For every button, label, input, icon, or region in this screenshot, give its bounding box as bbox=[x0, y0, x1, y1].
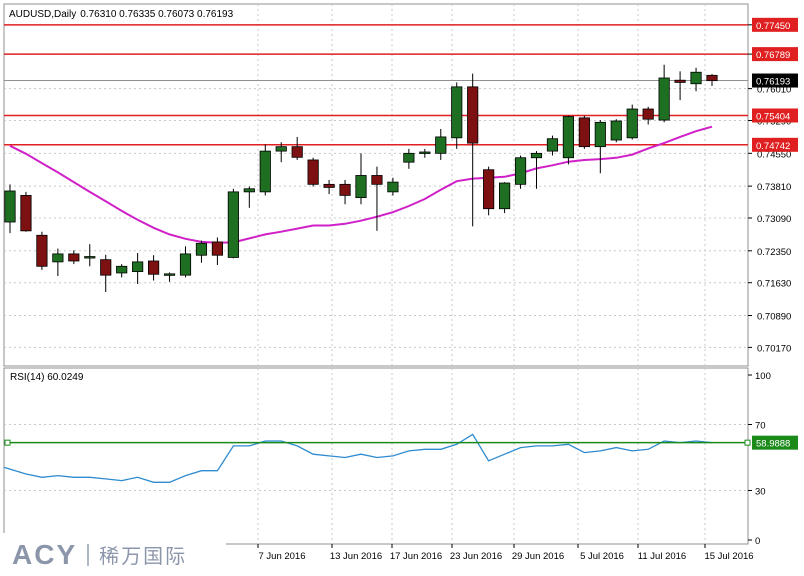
price-axis: 0.774500.767890.760100.752900.745500.738… bbox=[748, 21, 791, 354]
candle-body bbox=[387, 181, 399, 193]
candle-body bbox=[690, 71, 702, 85]
candle bbox=[483, 166, 495, 216]
rsi-panel bbox=[3, 367, 749, 545]
candle-body bbox=[259, 150, 271, 193]
candle bbox=[499, 182, 511, 214]
logo-divider bbox=[87, 543, 90, 566]
candle-body bbox=[307, 159, 319, 185]
candle-body bbox=[116, 265, 128, 274]
candle-body bbox=[483, 169, 495, 210]
candle bbox=[626, 104, 638, 140]
time-tick-label: 7 Jun 2016 bbox=[258, 551, 305, 562]
candle-body bbox=[211, 241, 223, 256]
candle bbox=[562, 115, 574, 165]
level-label: 0.74742 bbox=[756, 141, 790, 152]
candle-body bbox=[562, 116, 574, 159]
candle-body bbox=[148, 260, 160, 275]
rsi-level-label: 58.9888 bbox=[756, 439, 790, 450]
candle bbox=[610, 119, 622, 143]
current-price-label: 0.76193 bbox=[756, 77, 790, 88]
candle-body bbox=[371, 175, 383, 185]
rsi-tick-label: 100 bbox=[755, 371, 771, 382]
rsi-tick-label: 30 bbox=[755, 487, 766, 498]
rsi-label: RSI(14) 60.0249 bbox=[10, 372, 84, 383]
candle-body bbox=[4, 190, 16, 223]
candle-body bbox=[419, 151, 431, 154]
symbol-label: AUDUSD,Daily 0.76310 0.76335 0.76073 0.76… bbox=[9, 9, 234, 20]
acy-logo-watermark: ACY 稀万国际 bbox=[0, 533, 226, 576]
candle-body bbox=[467, 86, 479, 144]
candle-body bbox=[163, 273, 176, 276]
candle-body bbox=[674, 79, 686, 83]
time-tick-label: 13 Jun 2016 bbox=[330, 551, 382, 562]
time-tick-label: 15 Jul 2016 bbox=[704, 551, 753, 562]
candle-body bbox=[52, 253, 64, 263]
price-tick-label: 0.73090 bbox=[757, 214, 791, 225]
candle-body bbox=[68, 253, 80, 262]
candle-body bbox=[403, 152, 415, 163]
candle-body bbox=[36, 234, 48, 267]
candle-body bbox=[578, 117, 590, 148]
time-tick-label: 29 Jun 2016 bbox=[512, 551, 564, 562]
price-tick-label: 0.71630 bbox=[757, 279, 791, 290]
candle-body bbox=[132, 261, 144, 273]
candle bbox=[227, 188, 239, 259]
level-label: 0.75404 bbox=[756, 111, 790, 122]
candle bbox=[20, 191, 32, 232]
time-tick-label: 5 Jul 2016 bbox=[580, 551, 624, 562]
candle-body bbox=[530, 152, 543, 159]
candle bbox=[36, 231, 48, 270]
candle-body bbox=[84, 256, 96, 259]
candle-body bbox=[100, 259, 112, 276]
chart-window: AUDUSD,Daily 0.76310 0.76335 0.76073 0.76… bbox=[3, 3, 798, 562]
price-tick-label: 0.72350 bbox=[757, 247, 791, 258]
candle bbox=[259, 144, 271, 196]
candle-body bbox=[275, 146, 287, 152]
candle-body bbox=[594, 121, 606, 148]
logo-chinese-text: 稀万国际 bbox=[99, 544, 188, 568]
candle-body bbox=[435, 136, 447, 154]
price-tick-label: 0.70890 bbox=[757, 311, 791, 322]
candle-body bbox=[546, 138, 559, 152]
rsi-tick-label: 70 bbox=[755, 421, 766, 432]
candle-body bbox=[243, 188, 255, 193]
rsi-tick-label: 0 bbox=[755, 536, 760, 547]
candle-body bbox=[658, 77, 670, 121]
candle-body bbox=[179, 253, 192, 276]
time-tick-label: 11 Jul 2016 bbox=[638, 551, 686, 562]
price-tick-label: 0.70170 bbox=[757, 343, 791, 354]
time-tick-label: 17 Jun 2016 bbox=[390, 551, 442, 562]
level-label: 0.76789 bbox=[756, 50, 790, 61]
candle bbox=[307, 157, 319, 187]
candle-body bbox=[499, 182, 511, 210]
rsi-level-handle-left bbox=[4, 439, 11, 446]
candle-body bbox=[451, 86, 463, 139]
candle-body bbox=[355, 175, 367, 199]
time-tick-label: 23 Jun 2016 bbox=[450, 551, 502, 562]
candle bbox=[514, 155, 527, 189]
price-tick-label: 0.73810 bbox=[757, 182, 791, 193]
level-label: 0.77450 bbox=[756, 21, 790, 32]
candle-body bbox=[642, 108, 654, 120]
logo-brand-text: ACY bbox=[12, 538, 78, 570]
candle-body bbox=[706, 74, 718, 82]
candle bbox=[578, 115, 590, 149]
price-panel bbox=[3, 3, 749, 367]
candle-body bbox=[195, 242, 208, 256]
candle-body bbox=[323, 183, 335, 188]
candle-body bbox=[514, 157, 527, 185]
candle-body bbox=[20, 195, 32, 232]
candle-body bbox=[291, 146, 303, 158]
candle-body bbox=[339, 183, 351, 196]
rsi-level-handle-right bbox=[744, 439, 751, 446]
candle-body bbox=[610, 120, 622, 141]
candle-body bbox=[227, 191, 239, 258]
rsi-axis: 100 70 30 0 bbox=[748, 371, 771, 547]
candle-body bbox=[626, 108, 638, 139]
time-axis: 7 Jun 2016 13 Jun 2016 17 Jun 2016 23 Jun 2… bbox=[257, 544, 754, 562]
